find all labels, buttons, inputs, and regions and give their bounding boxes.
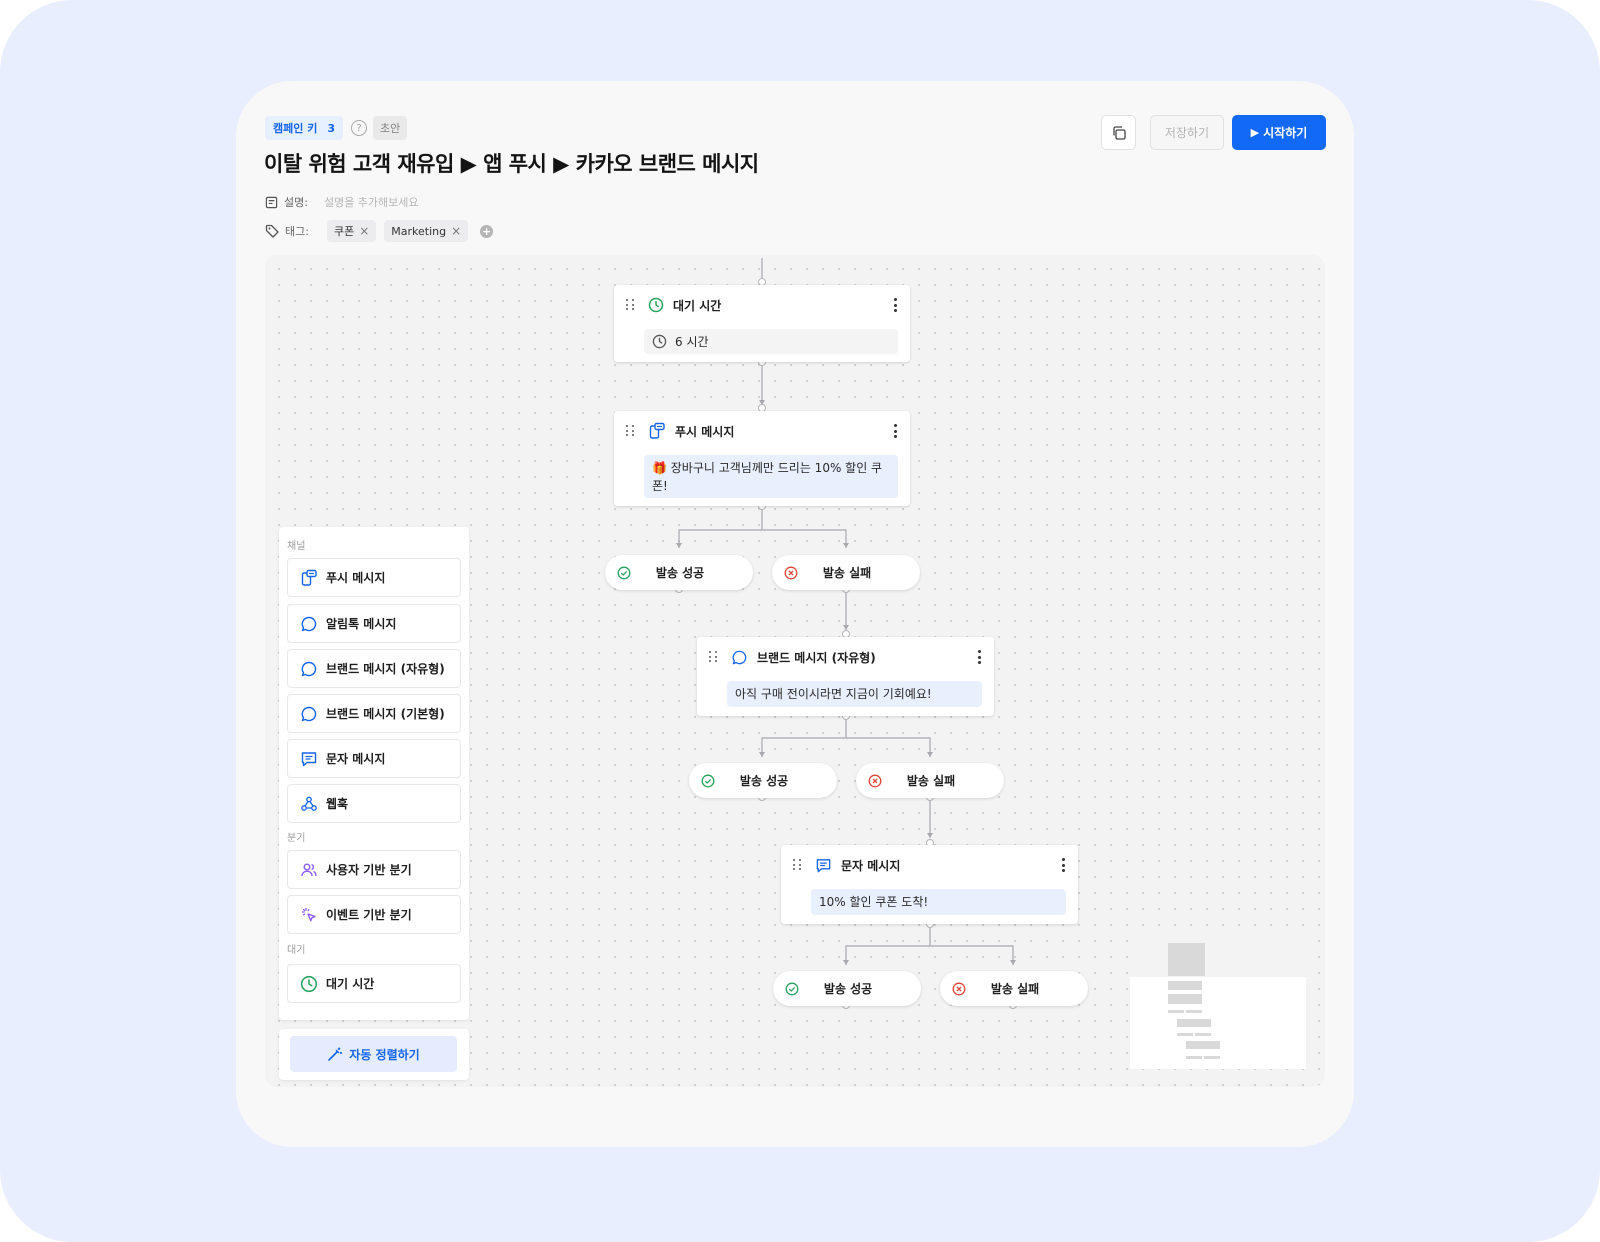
drag-handle-icon[interactable] [709, 651, 719, 663]
minimap-node [1168, 994, 1202, 1004]
message-icon [300, 750, 318, 768]
x-circle-icon [784, 566, 798, 580]
more-options-icon[interactable] [894, 298, 898, 312]
send-success-branch[interactable]: 발송 성공 [689, 763, 837, 798]
node-palette: 채널 푸시 메시지 알림톡 메시지 브랜드 메시지 (자유형) 브랜드 메시지 … [279, 527, 469, 1020]
branch-label: 발송 성공 [823, 982, 873, 996]
palette-item-brand-basic[interactable]: 브랜드 메시지 (기본형) [287, 694, 461, 733]
palette-item-event-branch[interactable]: 이벤트 기반 분기 [287, 895, 461, 934]
brand-message-node[interactable]: 브랜드 메시지 (자유형) 아직 구매 전이시라면 지금이 기회예요! [697, 637, 994, 716]
palette-item-brand-free[interactable]: 브랜드 메시지 (자유형) [287, 649, 461, 688]
minimap-node [1186, 1056, 1202, 1059]
node-header: 브랜드 메시지 (자유형) [709, 647, 984, 667]
clock-icon [652, 334, 667, 349]
branch-label: 발송 실패 [906, 774, 956, 788]
node-header: 대기 시간 [626, 295, 900, 315]
send-failure-branch[interactable]: 발송 실패 [940, 971, 1088, 1006]
message-preview[interactable]: 아직 구매 전이시라면 지금이 기회예요! [727, 681, 982, 707]
check-circle-icon [701, 774, 715, 788]
palette-item-label: 브랜드 메시지 (기본형) [326, 707, 445, 721]
flow-connectors [675, 258, 1017, 1009]
push-phone-icon [300, 569, 318, 587]
palette-item-webhook[interactable]: 웹훅 [287, 784, 461, 823]
send-success-branch[interactable]: 발송 성공 [773, 971, 921, 1006]
minimap-node [1186, 1041, 1220, 1049]
palette-item-label: 사용자 기반 분기 [326, 863, 412, 877]
palette-item-user-branch[interactable]: 사용자 기반 분기 [287, 850, 461, 889]
node-title: 푸시 메시지 [675, 424, 735, 439]
minimap-node [1195, 1033, 1211, 1036]
palette-item-sms[interactable]: 문자 메시지 [287, 739, 461, 778]
section-label-wait: 대기 [287, 945, 306, 956]
auto-arrange-button[interactable]: 자동 정렬하기 [290, 1036, 457, 1072]
chat-bubble-icon [300, 705, 318, 723]
minimap-node [1168, 981, 1202, 990]
wait-value: 6 시간 [675, 334, 709, 349]
wait-node[interactable]: 대기 시간 6 시간 [614, 285, 910, 362]
send-success-branch[interactable]: 발송 성공 [605, 555, 753, 590]
branch-label: 발송 성공 [655, 566, 705, 580]
send-failure-branch[interactable]: 발송 실패 [856, 763, 1004, 798]
chat-bubble-icon [300, 660, 318, 678]
node-header: 푸시 메시지 [626, 421, 900, 441]
wait-duration[interactable]: 6 시간 [644, 329, 898, 354]
chat-bubble-icon [300, 615, 318, 633]
message-preview[interactable]: 10% 할인 쿠폰 도착! [811, 889, 1066, 915]
message-icon [815, 857, 832, 874]
node-title: 문자 메시지 [841, 858, 901, 873]
minimap-node [1168, 943, 1205, 976]
branch-label: 발송 성공 [739, 774, 789, 788]
minimap-node [1168, 1010, 1184, 1013]
minimap-node [1186, 1010, 1202, 1013]
palette-item-label: 웹훅 [326, 797, 349, 811]
node-header: 문자 메시지 [793, 855, 1068, 875]
palette-item-alimtalk[interactable]: 알림톡 메시지 [287, 604, 461, 643]
webhook-icon [300, 795, 318, 813]
branch-label: 발송 실패 [822, 566, 872, 580]
cursor-click-icon [300, 906, 318, 924]
sms-message-node[interactable]: 문자 메시지 10% 할인 쿠폰 도착! [781, 845, 1078, 924]
minimap-node [1204, 1056, 1220, 1059]
check-circle-icon [617, 566, 631, 580]
check-circle-icon [785, 982, 799, 996]
x-circle-icon [952, 982, 966, 996]
more-options-icon[interactable] [894, 424, 898, 438]
palette-item-label: 알림톡 메시지 [326, 617, 397, 631]
chat-bubble-icon [731, 649, 748, 666]
branch-label: 발송 실패 [990, 982, 1040, 996]
node-title: 대기 시간 [673, 298, 722, 313]
auto-arrange-container: 자동 정렬하기 [279, 1029, 469, 1080]
palette-item-label: 이벤트 기반 분기 [326, 908, 412, 922]
clock-icon [300, 975, 318, 993]
users-icon [300, 861, 318, 879]
minimap-node [1177, 1033, 1193, 1036]
message-preview[interactable]: 🎁 장바구니 고객님께만 드리는 10% 할인 쿠폰! [644, 455, 898, 498]
auto-arrange-label: 자동 정렬하기 [349, 1047, 420, 1062]
section-label-branch: 분기 [287, 833, 306, 844]
clock-icon [648, 297, 664, 313]
minimap-node [1177, 1019, 1211, 1027]
palette-item-wait[interactable]: 대기 시간 [287, 964, 461, 1003]
drag-handle-icon[interactable] [626, 299, 636, 311]
push-message-node[interactable]: 푸시 메시지 🎁 장바구니 고객님께만 드리는 10% 할인 쿠폰! [614, 411, 910, 506]
palette-item-label: 문자 메시지 [326, 752, 386, 766]
magic-wand-icon [327, 1046, 343, 1062]
x-circle-icon [868, 774, 882, 788]
more-options-icon[interactable] [978, 650, 982, 664]
palette-item-label: 브랜드 메시지 (자유형) [326, 662, 445, 676]
drag-handle-icon[interactable] [626, 425, 636, 437]
send-failure-branch[interactable]: 발송 실패 [772, 555, 920, 590]
push-phone-icon [648, 422, 666, 440]
drag-handle-icon[interactable] [793, 859, 803, 871]
minimap-viewport[interactable] [1130, 935, 1306, 979]
palette-item-label: 대기 시간 [326, 977, 375, 991]
section-label-channel: 채널 [287, 541, 306, 552]
palette-item-push[interactable]: 푸시 메시지 [287, 558, 461, 597]
palette-item-label: 푸시 메시지 [326, 571, 386, 585]
more-options-icon[interactable] [1062, 858, 1066, 872]
node-title: 브랜드 메시지 (자유형) [757, 650, 876, 665]
